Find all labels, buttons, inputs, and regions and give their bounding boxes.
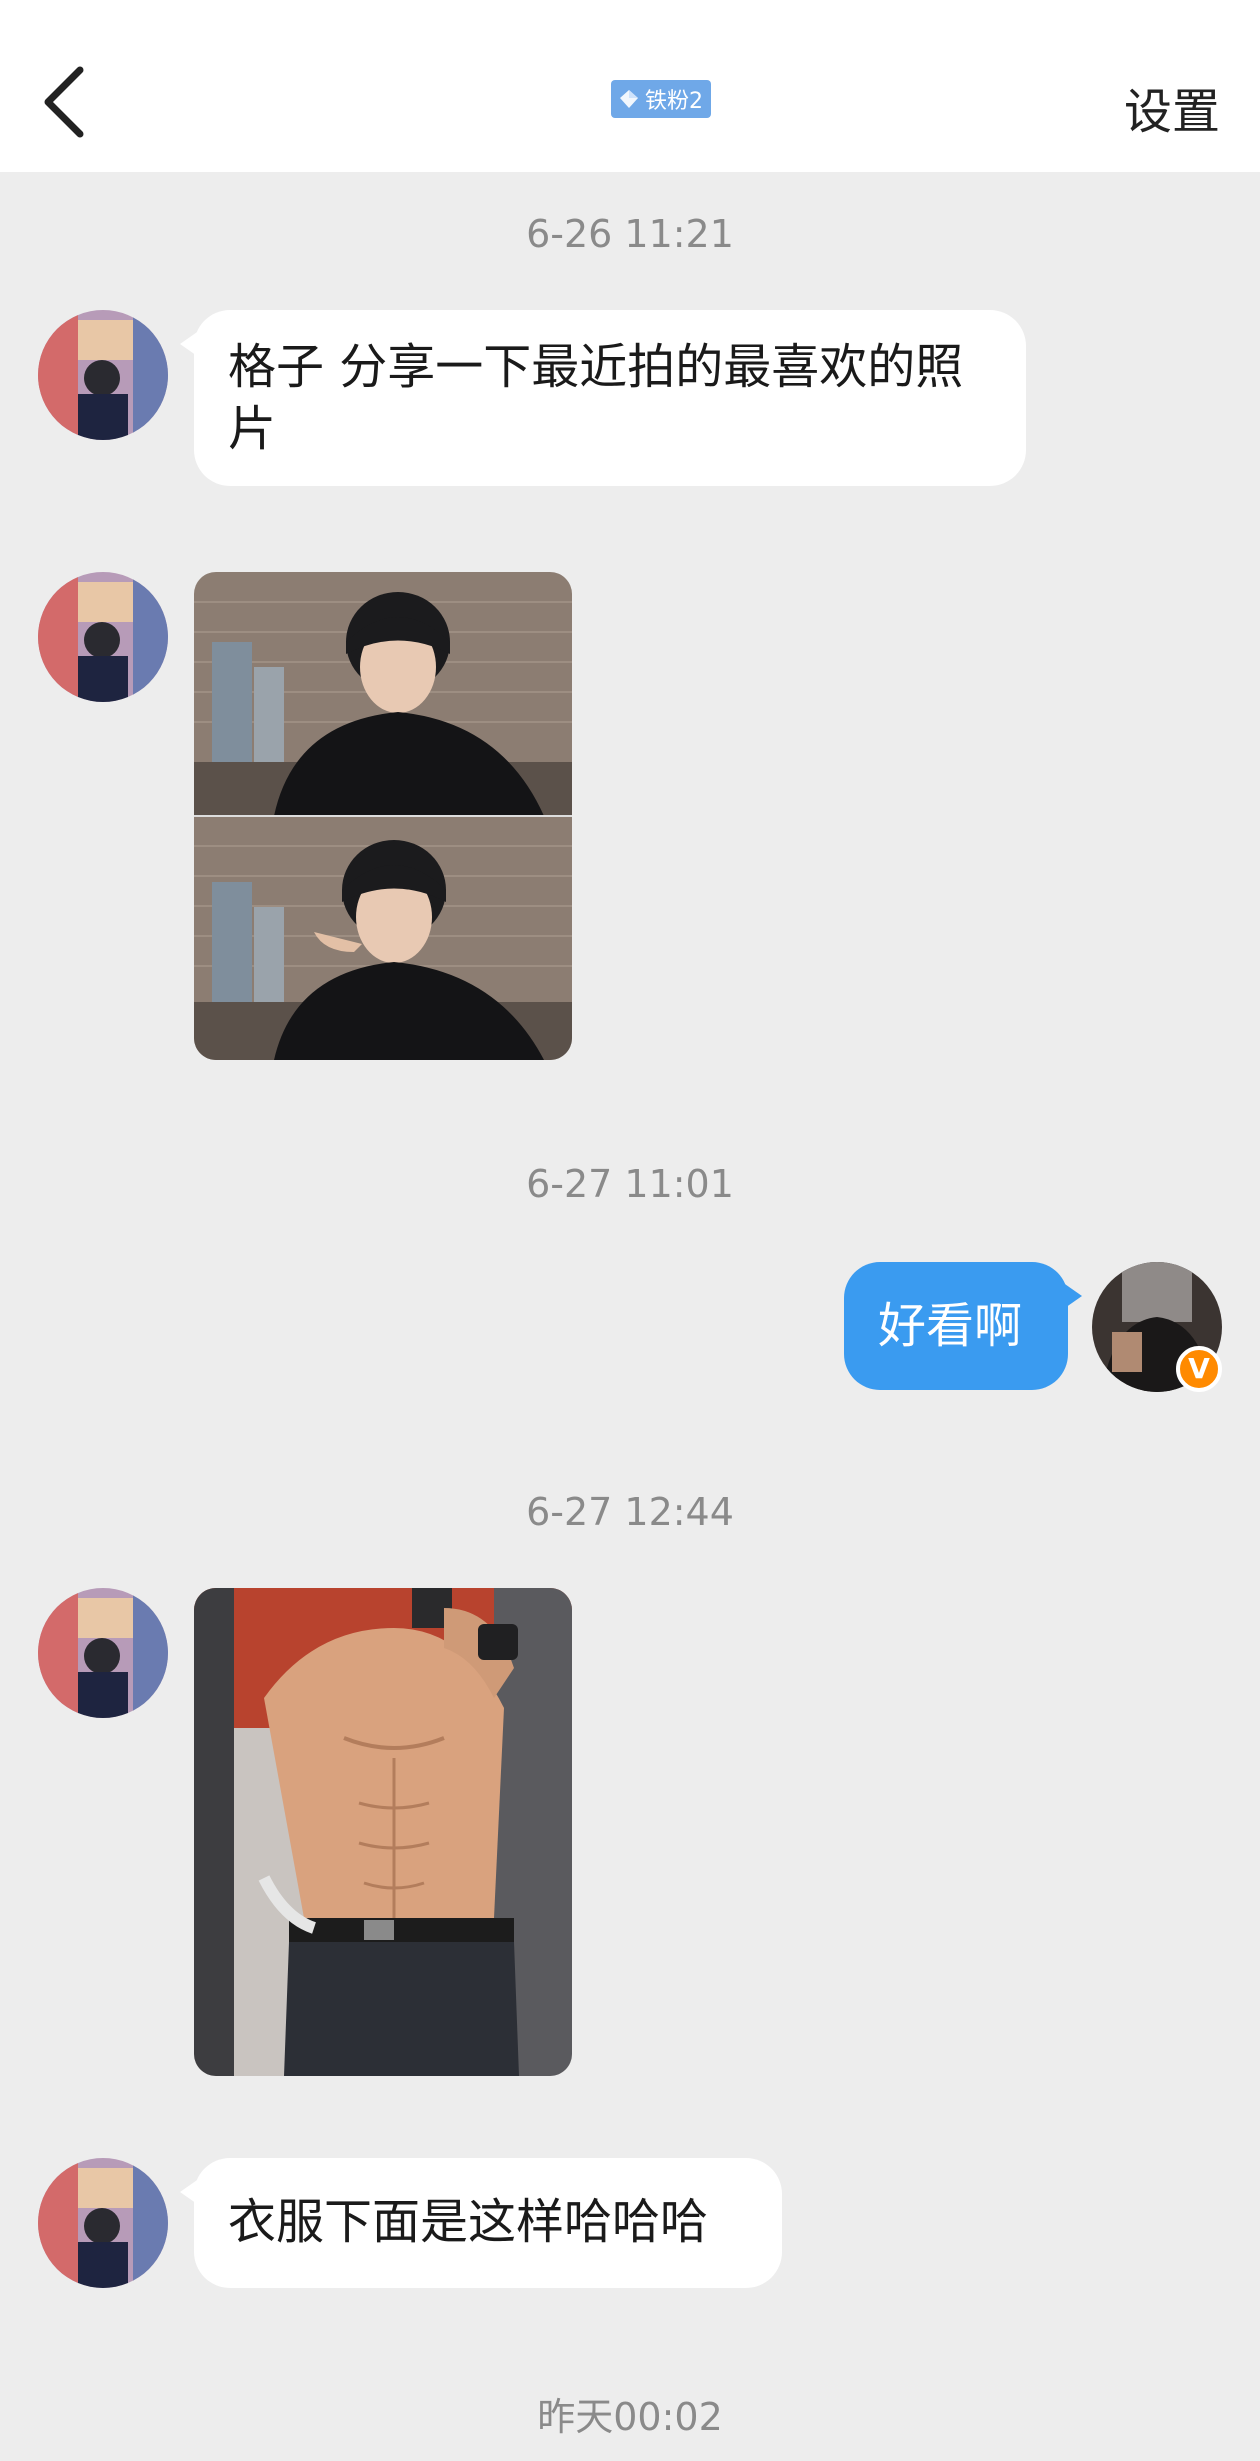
- sender-avatar[interactable]: [38, 2158, 168, 2288]
- settings-button[interactable]: 设置: [1124, 72, 1220, 142]
- verified-badge: V: [1176, 1346, 1222, 1392]
- message-text: 衣服下面是这样哈哈哈: [228, 2194, 709, 2250]
- message-timestamp: 昨天00:02: [537, 2395, 723, 2439]
- diamond-icon: [620, 90, 638, 108]
- sender-avatar[interactable]: [38, 1588, 168, 1718]
- sender-avatar[interactable]: [38, 572, 168, 702]
- fan-level-badge: 铁粉2: [611, 80, 711, 118]
- fan-badge-label: 铁粉2: [645, 89, 703, 114]
- chat-title: 铁粉2: [0, 80, 1260, 118]
- message-bubble-outgoing[interactable]: 好看啊: [844, 1262, 1082, 1390]
- message-timestamp: 6-27 11:01: [526, 1162, 734, 1206]
- top-bar: 铁粉2 设置: [0, 0, 1260, 172]
- message-bubble[interactable]: 衣服下面是这样哈哈哈: [180, 2158, 782, 2288]
- message-text: 格子 分享一下最近拍的最喜欢的照片: [228, 339, 964, 457]
- image-message[interactable]: [194, 572, 572, 1060]
- image-message[interactable]: [194, 1588, 572, 2076]
- message-timestamp: 6-26 11:21: [526, 212, 734, 256]
- message-timestamp: 6-27 12:44: [526, 1490, 734, 1534]
- sender-avatar[interactable]: [38, 310, 168, 440]
- message-text: 好看啊: [878, 1298, 1023, 1354]
- message-bubble[interactable]: 格子 分享一下最近拍的最喜欢的照片: [180, 310, 1026, 486]
